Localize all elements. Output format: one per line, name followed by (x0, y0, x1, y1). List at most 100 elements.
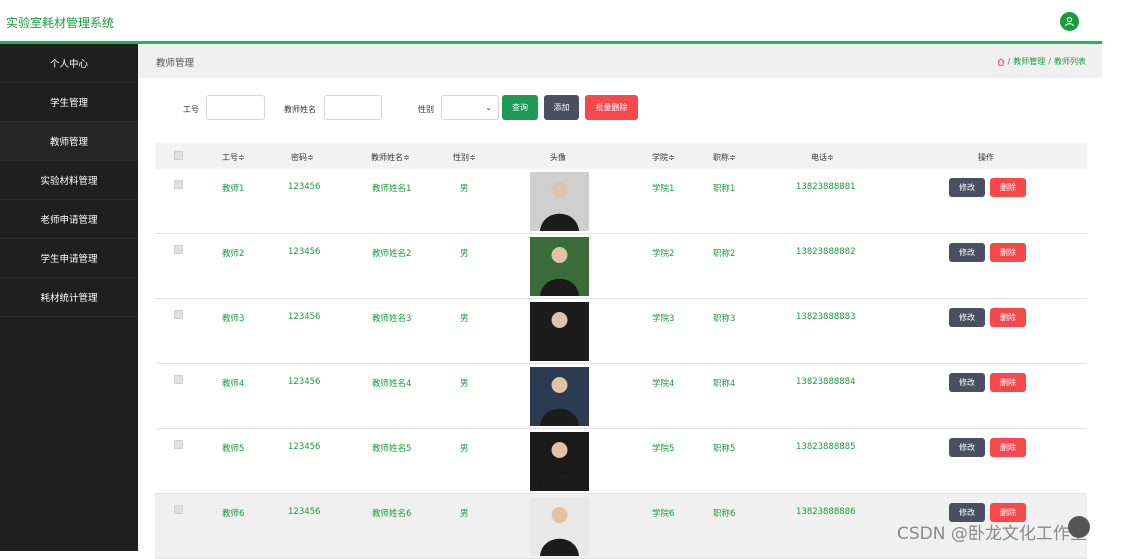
cell-phone: 13823888885 (796, 442, 856, 452)
main-content: 教师管理 / 教师管理 / 教师列表 工号 教师姓名 性别 ⌄ 查询 添加 批量… (138, 44, 1102, 559)
home-icon[interactable] (997, 57, 1005, 66)
cell-name: 教师姓名4 (372, 379, 412, 389)
breadcrumb-bar: 教师管理 / 教师管理 / 教师列表 (138, 44, 1102, 78)
cell-phone: 13823888883 (796, 312, 856, 322)
table-row: 教师2 123456 教师姓名2 男 学院2 职称2 13823888882 修改 删除 (155, 234, 1087, 299)
column-header-password[interactable]: 密码≑ (291, 152, 314, 163)
cell-college: 学院6 (652, 509, 675, 519)
sidebar-item-teacher-management[interactable]: 教师管理 (0, 122, 138, 161)
gender-select[interactable]: ⌄ (441, 95, 499, 120)
sidebar-item-personal-center[interactable]: 个人中心 (0, 44, 138, 83)
cell-password: 123456 (288, 377, 321, 387)
back-to-top-icon[interactable] (1068, 516, 1090, 538)
teacher-avatar-photo (530, 172, 589, 231)
app-title: 实验室耗材管理系统 (6, 16, 115, 30)
cell-college: 学院5 (652, 444, 675, 454)
top-bar: 实验室耗材管理系统 (0, 0, 1102, 44)
page-title: 教师管理 (156, 58, 195, 69)
cell-phone: 13823888881 (796, 182, 856, 192)
sidebar-item-student-application[interactable]: 学生申请管理 (0, 239, 138, 278)
cell-title: 职称4 (713, 379, 736, 389)
cell-password: 123456 (288, 507, 321, 517)
table-body: 教师1 123456 教师姓名1 男学院1 职称1 13823888881 修改 删除 教师2 1… (155, 169, 1087, 559)
cell-password: 123456 (288, 247, 321, 257)
cell-id: 教师5 (222, 444, 245, 454)
edit-button[interactable]: 修改 (949, 438, 985, 457)
cell-gender: 男 (460, 314, 469, 324)
column-header-title[interactable]: 职称≑ (713, 152, 736, 163)
cell-gender: 男 (460, 379, 469, 389)
cell-password: 123456 (288, 312, 321, 322)
breadcrumb-teacher-management[interactable]: 教师管理 (1013, 56, 1045, 67)
edit-button[interactable]: 修改 (949, 373, 985, 392)
cell-name: 教师姓名1 (372, 184, 412, 194)
cell-college: 学院3 (652, 314, 675, 324)
breadcrumb-separator: / (1048, 57, 1051, 66)
teacher-avatar-photo (530, 302, 589, 361)
breadcrumb-separator: / (1007, 57, 1011, 66)
add-button[interactable]: 添加 (544, 95, 579, 120)
cell-name: 教师姓名2 (372, 249, 412, 259)
delete-button[interactable]: 删除 (990, 243, 1026, 262)
column-header-id[interactable]: 工号≑ (222, 152, 245, 163)
cell-gender: 男 (460, 249, 469, 259)
cell-phone: 13823888886 (796, 507, 856, 517)
teacher-avatar-photo (530, 497, 589, 556)
name-input[interactable] (324, 95, 382, 120)
table-row: 教师3 123456 教师姓名3 男 学院3 职称3 13823888883 修改 删除 (155, 299, 1087, 364)
cell-gender: 男 (460, 184, 469, 194)
id-input[interactable] (206, 95, 265, 120)
table-row: 教师4 123456 教师姓名4 男 学院4 职称4 13823888884 修改 删除 (155, 364, 1087, 429)
column-header-gender[interactable]: 性别≑ (453, 152, 476, 163)
column-header-avatar: 头像 (550, 153, 566, 162)
sidebar-item-consumable-statistics[interactable]: 耗材统计管理 (0, 278, 138, 317)
edit-button[interactable]: 修改 (949, 308, 985, 327)
cell-password: 123456 (288, 442, 321, 452)
cell-title: 职称6 (713, 509, 736, 519)
search-bar: 工号 教师姓名 性别 ⌄ 查询 添加 批量删除 (138, 95, 1102, 121)
chevron-down-icon: ⌄ (485, 103, 492, 112)
cell-gender: 男 (460, 444, 469, 454)
breadcrumb-teacher-list: 教师列表 (1054, 57, 1086, 66)
column-header-college[interactable]: 学院≑ (652, 152, 675, 163)
cell-college: 学院1 (652, 184, 675, 194)
teacher-table: 工号≑ 密码≑ 教师姓名≑ 性别≑ 头像 学院≑ 职称≑ 电话≑ 操作 教师1 1… (155, 143, 1087, 559)
select-all-checkbox[interactable] (174, 151, 183, 160)
cell-id: 教师1 (222, 184, 245, 194)
name-label: 教师姓名 (284, 105, 316, 114)
delete-button[interactable]: 删除 (990, 178, 1026, 197)
breadcrumb: / 教师管理 / 教师列表 (997, 56, 1086, 67)
sidebar-item-student-management[interactable]: 学生管理 (0, 83, 138, 122)
row-checkbox[interactable] (174, 375, 183, 384)
row-checkbox[interactable] (174, 180, 183, 189)
teacher-avatar-photo (530, 432, 589, 491)
row-checkbox[interactable] (174, 505, 183, 514)
cell-phone: 13823888884 (796, 377, 856, 387)
delete-button[interactable]: 删除 (990, 308, 1026, 327)
query-button[interactable]: 查询 (502, 95, 538, 120)
batch-delete-button[interactable]: 批量删除 (585, 95, 638, 120)
teacher-avatar-photo (530, 367, 589, 426)
edit-button[interactable]: 修改 (949, 243, 985, 262)
table-header: 工号≑ 密码≑ 教师姓名≑ 性别≑ 头像 学院≑ 职称≑ 电话≑ 操作 (155, 143, 1087, 169)
sidebar-item-material-management[interactable]: 实验材料管理 (0, 161, 138, 200)
user-avatar[interactable] (1060, 12, 1079, 31)
row-checkbox[interactable] (174, 310, 183, 319)
row-checkbox[interactable] (174, 245, 183, 254)
cell-title: 职称1 (713, 184, 736, 194)
sidebar-item-teacher-application[interactable]: 老师申请管理 (0, 200, 138, 239)
delete-button[interactable]: 删除 (990, 373, 1026, 392)
cell-name: 教师姓名5 (372, 444, 412, 454)
column-header-phone[interactable]: 电话≑ (811, 152, 834, 163)
id-label: 工号 (183, 105, 199, 114)
delete-button[interactable]: 删除 (990, 438, 1026, 457)
edit-button[interactable]: 修改 (949, 178, 985, 197)
cell-college: 学院2 (652, 249, 675, 259)
row-checkbox[interactable] (174, 440, 183, 449)
column-header-name[interactable]: 教师姓名≑ (371, 152, 410, 163)
gender-label: 性别 (418, 105, 434, 114)
watermark: CSDN @卧龙文化工作室 (897, 524, 1087, 544)
user-icon (1065, 17, 1074, 27)
cell-id: 教师6 (222, 509, 245, 519)
column-header-operations: 操作 (978, 153, 994, 162)
